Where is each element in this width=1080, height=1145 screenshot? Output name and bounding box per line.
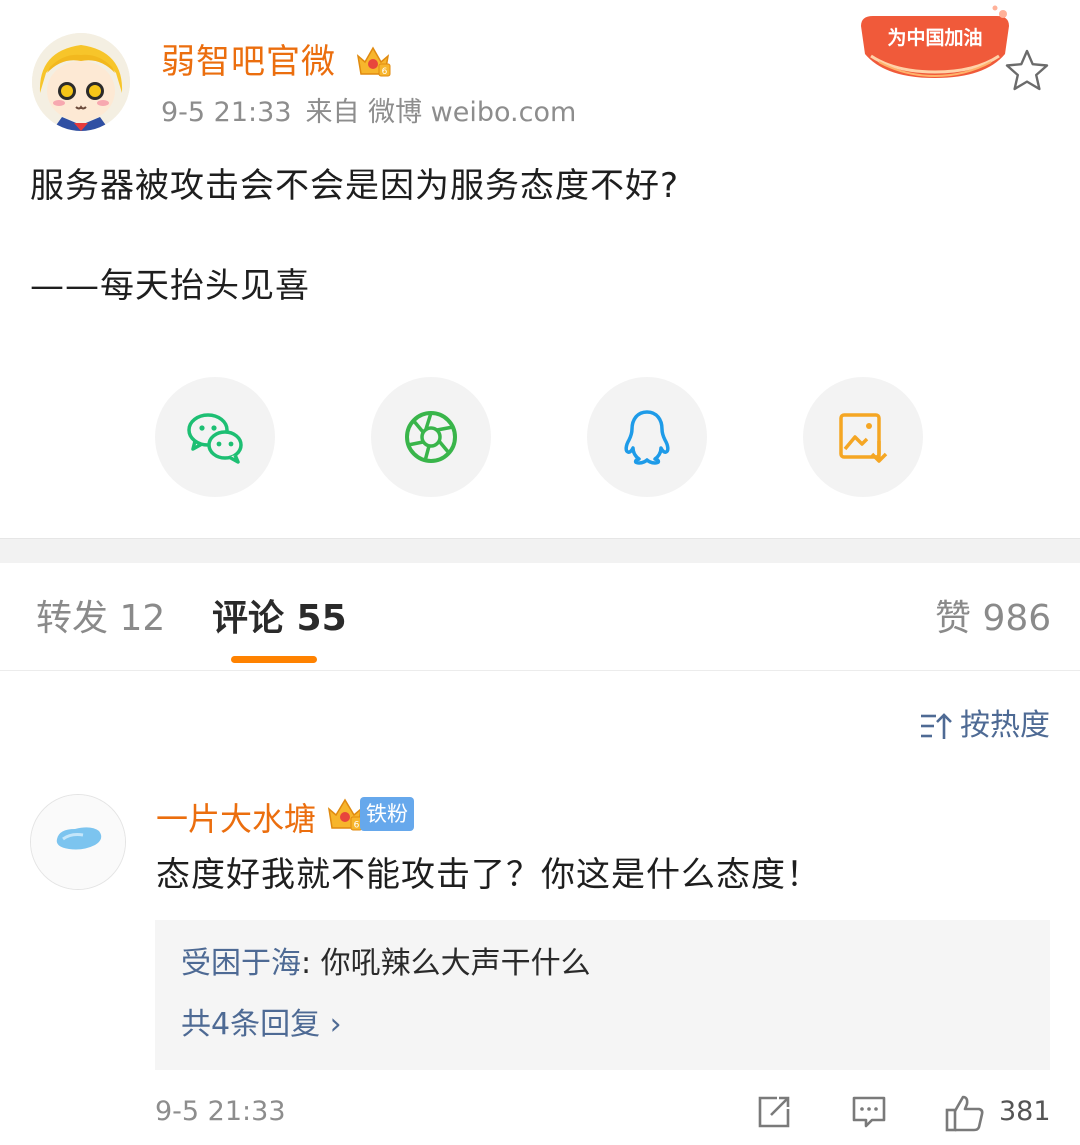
- favorite-star-icon[interactable]: [1004, 48, 1050, 92]
- save-image-button[interactable]: [803, 377, 923, 497]
- post-time: 9-5 21:33: [161, 97, 292, 128]
- comment-bubble-icon: [852, 1096, 886, 1128]
- sort-by-heat-button[interactable]: 按热度: [918, 706, 1050, 746]
- sort-label: 按热度: [960, 708, 1050, 743]
- vip-crown-icon: 6: [354, 42, 392, 80]
- tab-divider: [0, 670, 1080, 671]
- section-divider: [0, 538, 1080, 563]
- comment-like-count: 381: [999, 1096, 1051, 1127]
- comment-time: 9-5 21:33: [155, 1096, 286, 1127]
- vip-crown-icon: 6: [325, 794, 365, 834]
- sort-icon: [921, 713, 952, 739]
- reply-username[interactable]: 受困于海: [181, 946, 301, 981]
- share-wechat-button[interactable]: [155, 377, 275, 497]
- save-image-icon: [839, 413, 888, 463]
- reply-preview-box[interactable]: [155, 920, 1050, 1070]
- thumbs-up-icon: [945, 1095, 984, 1132]
- tab-likes[interactable]: 赞 986: [935, 596, 1051, 642]
- wechat-icon: [187, 413, 243, 464]
- commenter-name[interactable]: 一片大水塘: [156, 798, 316, 840]
- reply-text: : 你吼辣么大声干什么: [301, 946, 591, 981]
- moments-icon: [405, 411, 457, 463]
- share-qq-button[interactable]: [587, 377, 707, 497]
- reply-comment-button[interactable]: [850, 1093, 888, 1131]
- commenter-avatar[interactable]: [30, 794, 126, 890]
- cheer-china-badge: 为中国加油: [855, 4, 1015, 84]
- like-comment-button[interactable]: [944, 1093, 986, 1133]
- svg-text:6: 6: [354, 821, 360, 831]
- share-moments-button[interactable]: [371, 377, 491, 497]
- active-tab-indicator: [231, 656, 317, 663]
- iron-fan-badge: 铁粉: [360, 797, 414, 831]
- cheer-badge-text: 为中国加油: [887, 26, 982, 49]
- more-replies-link[interactable]: 共4条回复 ›: [181, 1005, 342, 1045]
- tab-comments[interactable]: 评论 55: [212, 596, 347, 642]
- author-avatar[interactable]: [32, 33, 130, 131]
- post-meta: 9-5 21:33 来自 微博 weibo.com: [161, 96, 590, 130]
- svg-text:6: 6: [382, 67, 388, 77]
- author-name[interactable]: 弱智吧官微: [161, 40, 336, 84]
- repost-comment-button[interactable]: [755, 1093, 793, 1131]
- comment-text: 态度好我就不能攻击了？你这是什么态度！: [156, 855, 821, 895]
- post-source: 来自 微博 weibo.com: [305, 97, 577, 128]
- post-text-line: 服务器被攻击会不会是因为服务态度不好?: [30, 166, 680, 206]
- reply-preview[interactable]: 受困于海: 你吼辣么大声干什么: [181, 944, 591, 984]
- qq-icon: [624, 410, 670, 465]
- share-edit-icon: [758, 1096, 790, 1128]
- tab-repost[interactable]: 转发 12: [36, 596, 165, 642]
- post-text-line: ——每天抬头见喜: [30, 266, 310, 306]
